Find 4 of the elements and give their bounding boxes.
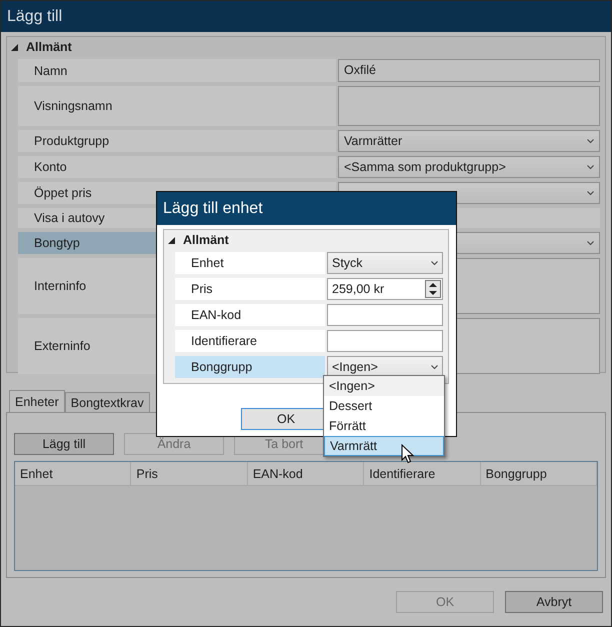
section-header: Allmänt xyxy=(183,233,229,247)
section-header: Allmänt xyxy=(26,40,72,54)
dialog-title: Lägg till enhet xyxy=(163,200,263,218)
window-title: Lägg till xyxy=(7,8,62,26)
